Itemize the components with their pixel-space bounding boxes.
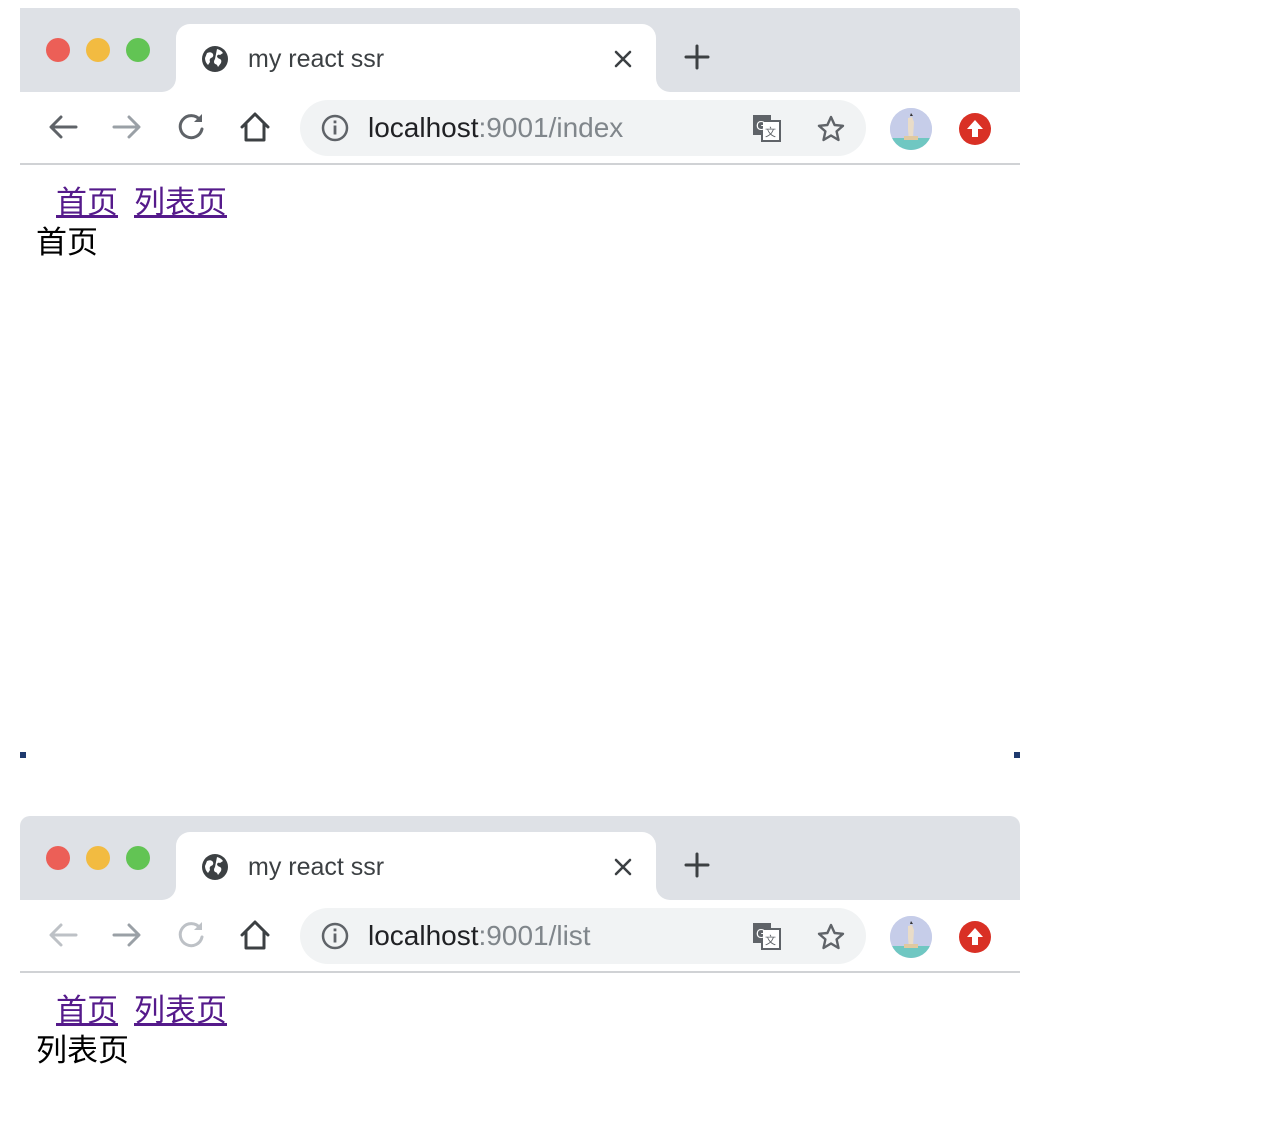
window-corner-marker (20, 752, 26, 758)
window-corner-marker (1014, 752, 1020, 758)
url-host: localhost (368, 112, 479, 143)
tab-my-react-ssr[interactable]: my react ssr (176, 832, 656, 900)
reload-icon[interactable] (174, 110, 208, 144)
toolbar: localhost:9001/index G 文 (20, 92, 1020, 165)
maximize-window-button[interactable] (126, 846, 150, 870)
tab-strip: my react ssr (20, 816, 1020, 900)
page-content: 首页 列表页 列表页 (20, 975, 1020, 1071)
star-icon[interactable] (816, 114, 846, 144)
url-path: :9001/list (478, 920, 591, 951)
globe-icon (202, 854, 228, 880)
nav-link-home[interactable]: 首页 (56, 993, 118, 1029)
upload-extension-icon[interactable] (958, 920, 992, 954)
svg-text:文: 文 (765, 125, 776, 139)
forward-arrow-icon[interactable] (110, 918, 144, 952)
url-host: localhost (368, 920, 479, 951)
tab-title: my react ssr (248, 853, 385, 881)
info-icon[interactable] (320, 113, 350, 143)
forward-arrow-icon[interactable] (110, 110, 144, 144)
reload-icon[interactable] (174, 918, 208, 952)
maximize-window-button[interactable] (126, 38, 150, 62)
globe-icon (202, 46, 228, 72)
url-path: :9001/index (478, 112, 624, 143)
close-icon[interactable] (612, 48, 634, 70)
info-icon[interactable] (320, 921, 350, 951)
tab-strip: my react ssr (20, 8, 1020, 92)
browser-window-index: my react ssr localhost:9001/index G 文 首页… (20, 8, 1020, 758)
profile-picture-icon (890, 916, 932, 958)
nav-link-home[interactable]: 首页 (56, 185, 118, 221)
nav-link-list[interactable]: 列表页 (134, 993, 227, 1029)
plus-icon[interactable] (684, 44, 710, 70)
avatar[interactable] (890, 916, 932, 958)
nav-links: 首页 列表页 (36, 167, 1020, 223)
close-window-button[interactable] (46, 38, 70, 62)
upload-extension-icon[interactable] (958, 112, 992, 146)
url-text[interactable]: localhost:9001/list (368, 920, 591, 952)
avatar[interactable] (890, 108, 932, 150)
translate-icon[interactable]: G 文 (752, 922, 782, 950)
star-icon[interactable] (816, 922, 846, 952)
toolbar: localhost:9001/list G 文 (20, 900, 1020, 973)
tab-title: my react ssr (248, 45, 385, 73)
tab-my-react-ssr[interactable]: my react ssr (176, 24, 656, 92)
close-window-button[interactable] (46, 846, 70, 870)
page-body-text: 首页 (36, 225, 98, 261)
browser-window-list: my react ssr localhost:9001/list G 文 首页 … (20, 816, 1020, 1140)
address-bar[interactable]: localhost:9001/index G 文 (300, 100, 866, 156)
home-icon[interactable] (238, 110, 272, 144)
back-arrow-icon[interactable] (46, 110, 80, 144)
svg-text:文: 文 (765, 933, 776, 947)
svg-text:G: G (756, 927, 765, 941)
translate-icon[interactable]: G 文 (752, 114, 782, 142)
url-text[interactable]: localhost:9001/index (368, 112, 623, 144)
nav-link-list[interactable]: 列表页 (134, 185, 227, 221)
plus-icon[interactable] (684, 852, 710, 878)
home-icon[interactable] (238, 918, 272, 952)
minimize-window-button[interactable] (86, 38, 110, 62)
profile-picture-icon (890, 108, 932, 150)
close-icon[interactable] (612, 856, 634, 878)
svg-text:G: G (756, 119, 765, 133)
address-bar[interactable]: localhost:9001/list G 文 (300, 908, 866, 964)
page-content: 首页 列表页 首页 (20, 167, 1020, 263)
page-body-text: 列表页 (36, 1033, 129, 1069)
minimize-window-button[interactable] (86, 846, 110, 870)
back-arrow-icon[interactable] (46, 918, 80, 952)
nav-links: 首页 列表页 (36, 975, 1020, 1031)
